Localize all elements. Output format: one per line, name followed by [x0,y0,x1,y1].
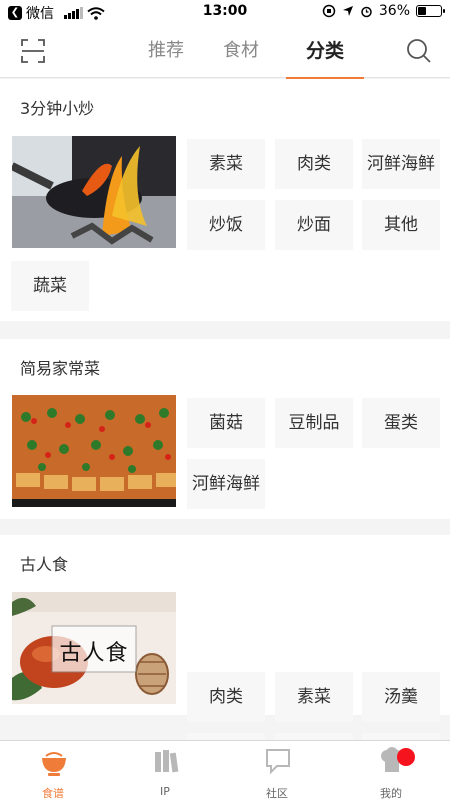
tab-mine[interactable]: 我的 [346,741,436,800]
section-title: 3分钟小炒 [20,99,95,118]
rotation-lock-icon [322,4,336,18]
category-chip[interactable]: 其他 [362,200,440,250]
tab-ingredients[interactable]: 食材 [206,24,276,78]
battery-percent: 36% [378,3,410,19]
category-chip[interactable]: 炒面 [275,200,353,250]
tab-label: 社区 [266,787,288,800]
tab-label: IP [160,785,170,798]
category-chip[interactable]: 素菜 [187,139,265,189]
category-chip[interactable]: 河鲜海鲜 [362,139,440,189]
alarm-icon [361,6,372,17]
location-icon [342,6,353,16]
notification-dot [397,748,415,766]
category-section: 简易家常菜 菌菇 豆制品 蛋类 河鲜海鲜 [0,339,450,519]
tofu-dish-image[interactable] [12,395,176,507]
scan-icon[interactable] [20,38,46,64]
tab-recipes[interactable]: 食谱 [8,741,98,800]
battery-icon [416,5,445,17]
category-chip[interactable]: 素菜 [275,672,353,722]
stir-fry-wok-image[interactable] [12,136,176,248]
ancient-food-image[interactable]: 古人食 [12,592,176,704]
bottom-tab-bar: 食谱 IP 社区 我的 [0,740,450,800]
image-caption: 古人食 [59,641,129,666]
bowl-icon [42,752,66,776]
search-icon[interactable] [406,38,432,64]
tab-recommend[interactable]: 推荐 [130,24,202,78]
category-chip[interactable]: 菌菇 [187,398,265,448]
category-chip[interactable]: 蛋类 [362,398,440,448]
section-title: 简易家常菜 [20,359,101,378]
tab-categories[interactable]: 分类 [286,24,364,79]
category-chip[interactable]: 炒饭 [187,200,265,250]
category-chip[interactable]: 肉类 [187,672,265,722]
status-bar: ❮ 微信 13:00 36% [0,0,450,24]
category-chip[interactable]: 河鲜海鲜 [187,459,265,509]
books-icon [155,750,179,773]
category-section: 古人食 古人食 肉类 素菜 汤羹 甜品 酒品 其他 [0,535,450,783]
section-title: 古人食 [20,555,69,574]
tab-ip[interactable]: IP [120,741,210,800]
category-chip[interactable]: 豆制品 [275,398,353,448]
tab-label: 我的 [380,787,402,800]
category-section: 3分钟小炒 素菜 肉类 河鲜海鲜 炒饭 炒面 其他 蔬菜 [0,79,450,321]
chat-icon [266,749,290,775]
tab-label: 食谱 [42,787,64,800]
tab-community[interactable]: 社区 [232,741,322,800]
top-nav: 推荐 食材 分类 [0,24,450,79]
category-chip[interactable]: 蔬菜 [11,261,89,311]
top-tabs: 推荐 食材 分类 [130,24,364,79]
category-chip[interactable]: 汤羹 [362,672,440,722]
category-chip[interactable]: 肉类 [275,139,353,189]
